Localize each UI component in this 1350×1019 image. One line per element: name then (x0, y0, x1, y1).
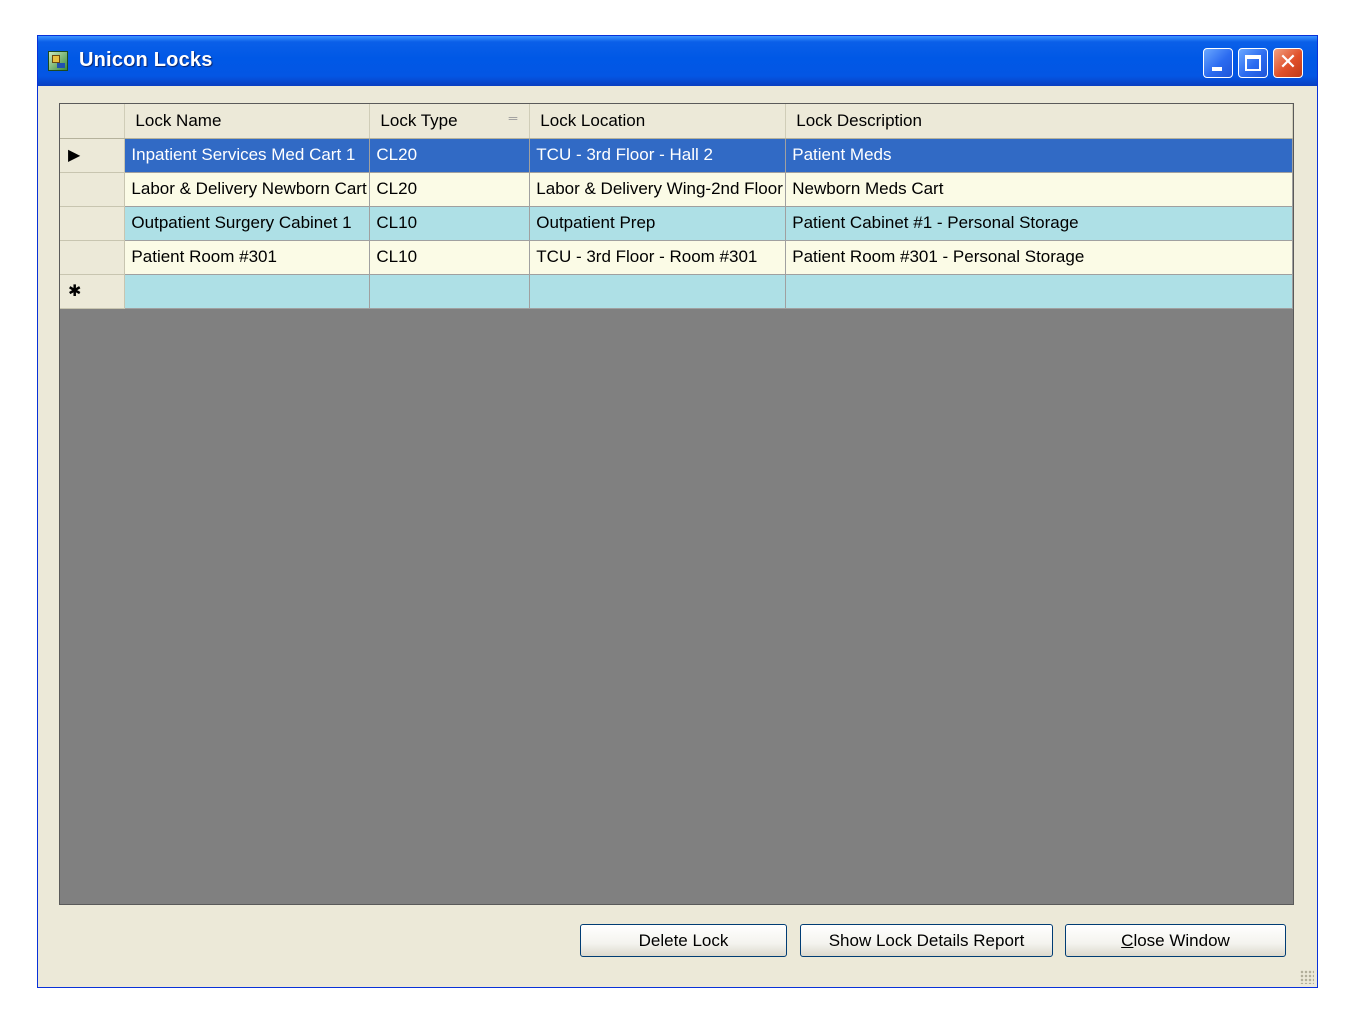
cell-lock-location[interactable]: Outpatient Prep (529, 206, 787, 241)
cell-lock-description[interactable]: Patient Meds (785, 138, 1293, 173)
column-header-lock-name[interactable]: Lock Name (124, 104, 371, 139)
close-icon: ✕ (1278, 50, 1298, 75)
table-row[interactable]: Patient Room #301 CL10 TCU - 3rd Floor -… (60, 240, 1293, 275)
column-header-lock-type[interactable]: Lock Type ═ (369, 104, 531, 139)
close-window-button[interactable]: Close Window (1065, 924, 1286, 957)
row-header-new[interactable]: ✱ (60, 274, 126, 309)
cell-lock-name[interactable]: Labor & Delivery Newborn Cart (124, 172, 371, 207)
cell-lock-description[interactable]: Patient Room #301 - Personal Storage (785, 240, 1293, 275)
header-row: Lock Name Lock Type ═ Lock Location Lock … (60, 104, 1293, 139)
maximize-icon (1245, 55, 1261, 71)
new-row-asterisk-icon: ✱ (68, 283, 82, 300)
cell-lock-description-new[interactable] (785, 274, 1293, 309)
show-lock-details-report-button[interactable]: Show Lock Details Report (800, 924, 1053, 957)
column-header-label: Lock Name (135, 110, 222, 130)
cell-lock-name[interactable]: Inpatient Services Med Cart 1 (124, 138, 371, 173)
cell-lock-type[interactable]: CL10 (369, 240, 531, 275)
row-header[interactable] (60, 172, 126, 207)
unicon-locks-window: Unicon Locks ✕ Lock Name Lock Type ═ Lock… (37, 35, 1318, 988)
delete-lock-button[interactable]: Delete Lock (580, 924, 787, 957)
cell-lock-description[interactable]: Newborn Meds Cart (785, 172, 1293, 207)
maximize-button[interactable] (1238, 48, 1268, 78)
cell-lock-location[interactable]: TCU - 3rd Floor - Hall 2 (529, 138, 787, 173)
cell-lock-location[interactable]: TCU - 3rd Floor - Room #301 (529, 240, 787, 275)
close-window-label: lose Window (1133, 931, 1230, 950)
minimize-button[interactable] (1203, 48, 1233, 78)
cell-lock-location-new[interactable] (529, 274, 787, 309)
cell-lock-name-new[interactable] (124, 274, 371, 309)
title-bar[interactable]: Unicon Locks ✕ (38, 36, 1317, 86)
cell-lock-name[interactable]: Outpatient Surgery Cabinet 1 (124, 206, 371, 241)
cell-lock-type[interactable]: CL20 (369, 138, 531, 173)
table-row[interactable]: ▶ Inpatient Services Med Cart 1 CL20 TCU… (60, 138, 1293, 173)
app-icon[interactable] (48, 51, 68, 71)
sort-indicator-icon: ═ (508, 110, 518, 125)
row-header[interactable] (60, 240, 126, 275)
minimize-icon (1212, 67, 1222, 71)
close-window-mnemonic: C (1121, 931, 1134, 950)
close-button[interactable]: ✕ (1273, 48, 1303, 78)
cell-lock-type[interactable]: CL20 (369, 172, 531, 207)
column-header-label: Lock Location (540, 110, 646, 130)
new-row[interactable]: ✱ (60, 274, 1293, 309)
column-header-label: Lock Description (796, 110, 922, 130)
column-header-label: Lock Type (380, 110, 458, 130)
column-header-lock-location[interactable]: Lock Location (529, 104, 787, 139)
row-header[interactable] (60, 206, 126, 241)
locks-table: Lock Name Lock Type ═ Lock Location Lock … (60, 104, 1293, 309)
row-header-current[interactable]: ▶ (60, 138, 126, 173)
resize-grip-icon[interactable] (1300, 970, 1314, 984)
cell-lock-location[interactable]: Labor & Delivery Wing-2nd Floor (529, 172, 787, 207)
table-row[interactable]: Outpatient Surgery Cabinet 1 CL10 Outpat… (60, 206, 1293, 241)
table-row[interactable]: Labor & Delivery Newborn Cart CL20 Labor… (60, 172, 1293, 207)
window-title: Unicon Locks (79, 49, 213, 71)
cell-lock-type-new[interactable] (369, 274, 531, 309)
locks-data-grid[interactable]: Lock Name Lock Type ═ Lock Location Lock … (59, 103, 1294, 905)
current-row-arrow-icon: ▶ (68, 147, 81, 164)
cell-lock-type[interactable]: CL10 (369, 206, 531, 241)
cell-lock-name[interactable]: Patient Room #301 (124, 240, 371, 275)
column-header-lock-description[interactable]: Lock Description (785, 104, 1293, 139)
cell-lock-description[interactable]: Patient Cabinet #1 - Personal Storage (785, 206, 1293, 241)
row-header-corner[interactable] (60, 104, 126, 139)
